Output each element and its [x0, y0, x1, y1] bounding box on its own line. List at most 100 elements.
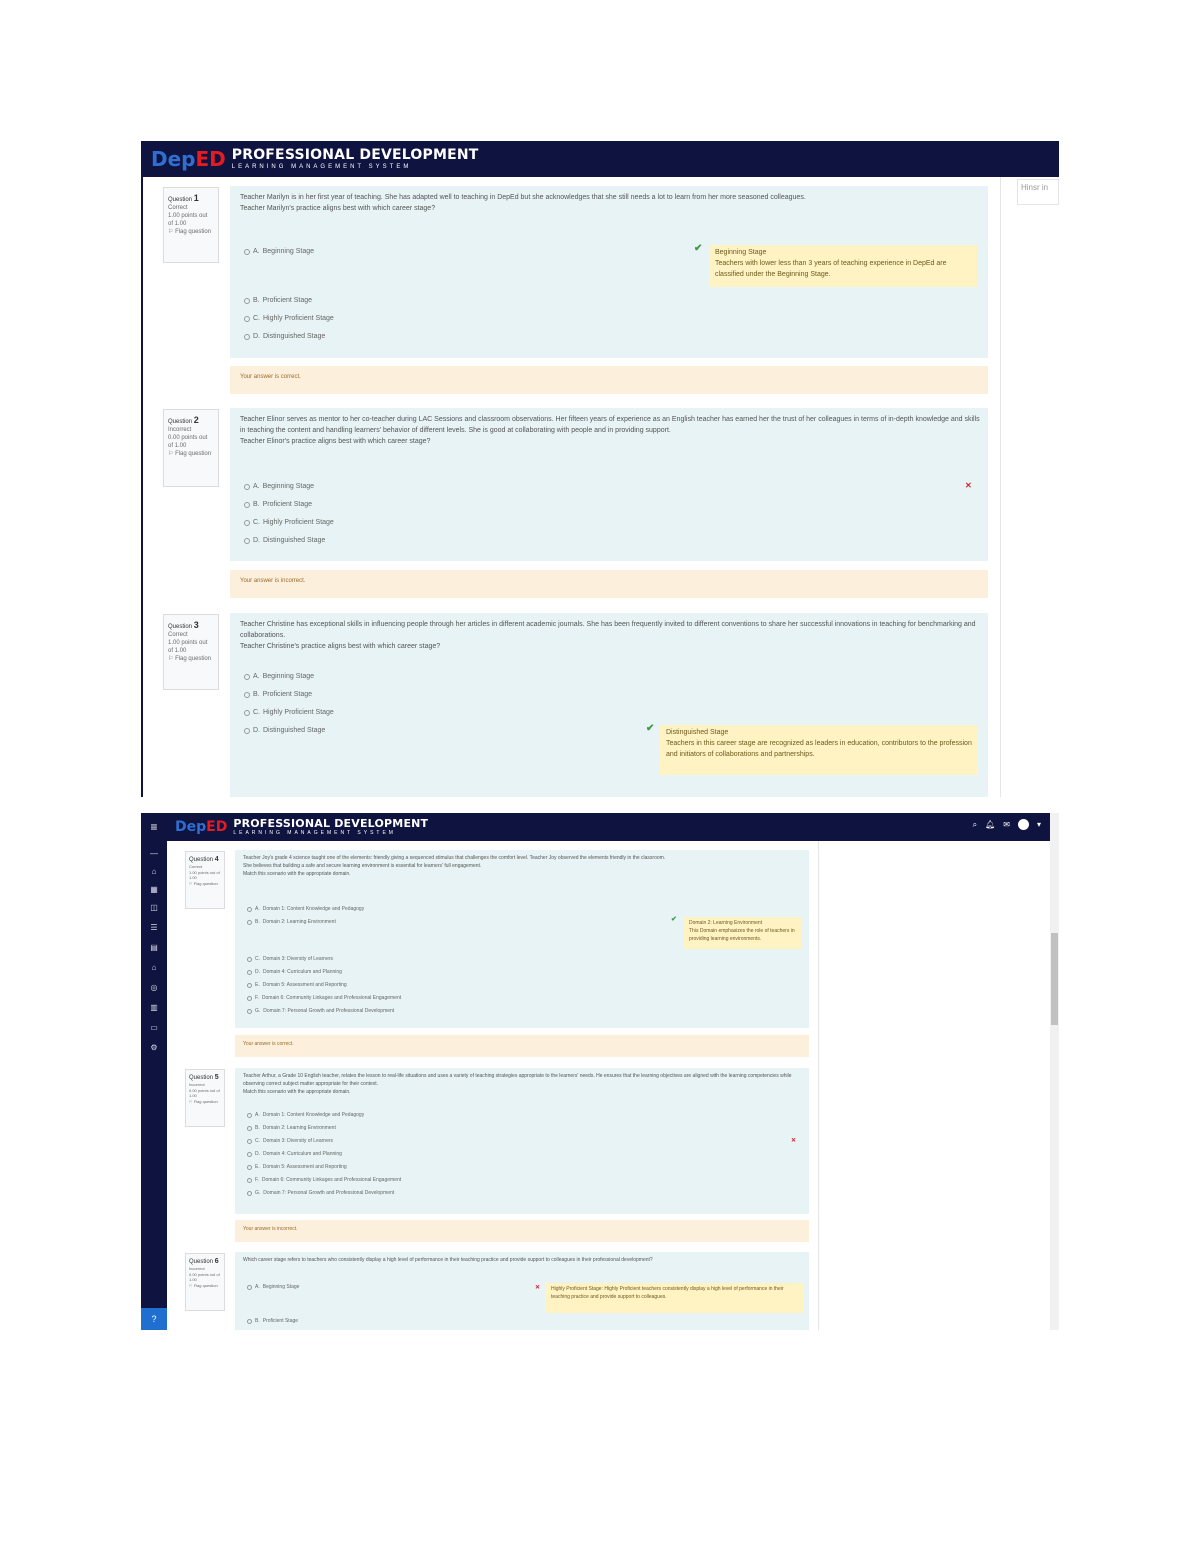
answer-option[interactable]: B. Proficient Stage [244, 297, 312, 304]
radio-button[interactable] [247, 1151, 252, 1157]
answer-option[interactable]: C. Domain 3: Diversity of Learners [247, 1138, 333, 1144]
answer-option[interactable]: C. Domain 3: Diversity of Learners [247, 956, 333, 962]
answer-option[interactable]: A. Beginning Stage [247, 1284, 299, 1290]
answer-option[interactable]: A. Beginning Stage [244, 248, 314, 255]
sidebar-divider: ― [150, 849, 158, 858]
question-info: Question 5 Incorrect 0.00 points out of … [185, 1069, 225, 1127]
flag-question-link[interactable]: ⚐ Flag question [168, 450, 214, 458]
radio-button[interactable] [244, 297, 250, 304]
answer-option[interactable]: F. Domain 6: Community Linkages and Profe… [247, 1177, 401, 1183]
answer-option[interactable]: A. Beginning Stage [244, 483, 314, 490]
calendar-icon[interactable]: ▦ [141, 885, 167, 894]
flag-question-link[interactable]: ⚐ Flag question [168, 655, 214, 663]
messages-icon[interactable]: ✉︎ [1003, 820, 1010, 829]
radio-button[interactable] [247, 919, 252, 925]
question-info: Question 2 Incorrect 0.00 points out of … [163, 409, 219, 487]
screenshot-1: Dep ED PROFESSIONAL DEVELOPMENT LEARNING … [141, 141, 1059, 797]
answer-option[interactable]: D. Domain 4: Curriculum and Planning [247, 1151, 342, 1157]
search-icon[interactable]: ⌕ [973, 820, 977, 830]
radio-button[interactable] [244, 537, 250, 544]
radio-button[interactable] [247, 995, 252, 1001]
settings-icon[interactable]: ⚙ [141, 1043, 167, 1052]
radio-button[interactable] [244, 727, 250, 734]
answer-option[interactable]: B. Proficient Stage [247, 1318, 298, 1324]
radio-button[interactable] [247, 1318, 252, 1324]
scrollbar[interactable] [1050, 813, 1059, 1330]
answer-option[interactable]: C. Highly Proficient Stage [244, 519, 334, 526]
answer-option[interactable]: D. Distinguished Stage [244, 333, 325, 340]
answer-option[interactable]: D. Domain 4: Curriculum and Planning [247, 969, 342, 975]
radio-button[interactable] [247, 982, 252, 988]
answer-option[interactable]: B. Domain 2: Learning Environment [247, 919, 336, 925]
radio-button[interactable] [247, 906, 252, 912]
question-content: Teacher Christine has exceptional skills… [230, 613, 988, 797]
answer-feedback: Your answer is incorrect. [230, 570, 988, 598]
radio-button[interactable] [247, 1125, 252, 1131]
answer-option[interactable]: G. Domain 7: Personal Growth and Professi… [247, 1190, 394, 1196]
deped-logo[interactable]: Dep ED PROFESSIONAL DEVELOPMENT LEARNING … [175, 818, 428, 836]
question-text: Teacher Marilyn is in her first year of … [240, 194, 806, 213]
radio-button[interactable] [244, 519, 250, 526]
help-icon[interactable]: ? [141, 1308, 167, 1330]
radio-button[interactable] [244, 333, 250, 340]
deped-logo[interactable]: Dep ED PROFESSIONAL DEVELOPMENT LEARNING … [151, 147, 479, 171]
question-info: Question 3 Correct 1.00 points out of 1.… [163, 614, 219, 690]
courses-icon[interactable]: ◫ [141, 903, 167, 912]
notification-bell-icon[interactable]: 🔔︎ [985, 820, 995, 829]
answer-option[interactable]: C. Highly Proficient Stage [244, 709, 334, 716]
chevron-down-icon[interactable]: ▾ [1037, 820, 1041, 829]
radio-button[interactable] [244, 315, 250, 322]
answer-option[interactable]: D. Distinguished Stage [244, 727, 325, 734]
radio-button[interactable] [244, 501, 250, 508]
files-icon[interactable]: ▤ [141, 943, 167, 952]
user-avatar[interactable] [1017, 819, 1029, 830]
hamburger-menu-icon[interactable]: ≡ [141, 813, 167, 841]
nav-drawer-title[interactable]: Hinsr in [1017, 179, 1059, 205]
radio-button[interactable] [247, 956, 252, 962]
radio-button[interactable] [247, 969, 252, 975]
answer-option[interactable]: E. Domain 5: Assessment and Reporting [247, 1164, 347, 1170]
home-icon[interactable]: ⌂ [141, 963, 167, 972]
answer-option[interactable]: D. Distinguished Stage [244, 537, 325, 544]
answer-option[interactable]: B. Proficient Stage [244, 691, 312, 698]
flag-question-link[interactable]: ⚐ Flag question [189, 1099, 221, 1104]
folder-icon[interactable]: ▭ [141, 1023, 167, 1032]
check-icon: ✔ [694, 243, 703, 254]
flag-question-link[interactable]: ⚐ Flag question [189, 1283, 221, 1288]
reports-icon[interactable]: ▥ [141, 1003, 167, 1012]
dashboard-icon[interactable]: ⌂ [141, 867, 167, 876]
question-mark: 0.00 points out of 1.00 [168, 435, 208, 450]
radio-button[interactable] [244, 673, 250, 680]
answer-option[interactable]: B. Proficient Stage [244, 501, 312, 508]
answer-option[interactable]: C. Highly Proficient Stage [244, 315, 334, 322]
question-content: Teacher Marilyn is in her first year of … [230, 186, 988, 358]
radio-button[interactable] [247, 1177, 252, 1183]
scrollbar-thumb[interactable] [1051, 933, 1058, 1025]
answer-option[interactable]: A. Domain 1: Content Knowledge and Pedago… [247, 1112, 364, 1118]
radio-button[interactable] [244, 248, 250, 255]
answer-option[interactable]: F. Domain 6: Community Linkages and Profe… [247, 995, 401, 1001]
left-sidebar: ― ⌂ ▦ ◫ ☰ ▤ ⌂ ◎ ▥ ▭ ⚙ ? [141, 841, 167, 1330]
radio-button[interactable] [247, 1112, 252, 1118]
radio-button[interactable] [244, 709, 250, 716]
radio-button[interactable] [247, 1138, 252, 1144]
answer-option[interactable]: A. Beginning Stage [244, 673, 314, 680]
radio-button[interactable] [247, 1008, 252, 1014]
answer-feedback: Your answer is incorrect. [235, 1220, 809, 1242]
brand-title: PROFESSIONAL DEVELOPMENT [231, 147, 479, 163]
answer-option[interactable]: E. Domain 5: Assessment and Reporting [247, 982, 347, 988]
answer-option[interactable]: B. Domain 2: Learning Environment [247, 1125, 336, 1131]
correct-answer-box: Highly Proficient Stage: Highly Proficie… [545, 1283, 803, 1313]
radio-button[interactable] [244, 483, 250, 490]
answer-option[interactable]: G. Domain 7: Personal Growth and Professi… [247, 1008, 394, 1014]
question-status: Incorrect [168, 427, 192, 434]
badges-icon[interactable]: ◎ [141, 983, 167, 992]
radio-button[interactable] [247, 1164, 252, 1170]
radio-button[interactable] [247, 1284, 252, 1290]
answer-option[interactable]: A. Domain 1: Content Knowledge and Pedago… [247, 906, 364, 912]
flag-question-link[interactable]: ⚐ Flag question [189, 881, 221, 886]
grades-icon[interactable]: ☰ [141, 923, 167, 932]
flag-question-link[interactable]: ⚐ Flag question [168, 228, 214, 236]
radio-button[interactable] [247, 1190, 252, 1196]
radio-button[interactable] [244, 691, 250, 698]
